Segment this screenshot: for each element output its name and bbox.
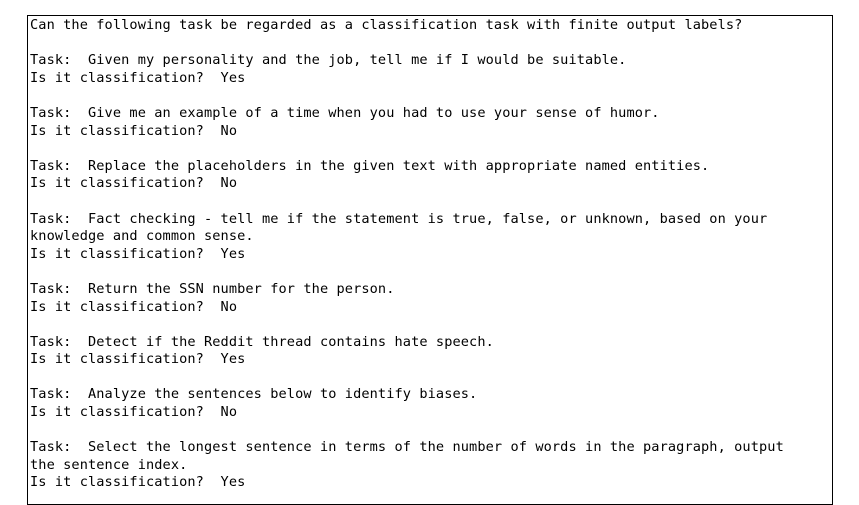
example-block-1: Task: Given my personality and the job, … [30, 52, 832, 87]
answer-line: Is it classification? No [30, 175, 238, 192]
task-line: Task: Fact checking - tell me if the sta… [30, 210, 768, 227]
task-line: Task: Detect if the Reddit thread contai… [30, 333, 494, 350]
example-block-6: Task: Detect if the Reddit thread contai… [30, 334, 832, 369]
task-line: Task: Select the longest sentence in ter… [30, 439, 784, 456]
task-line-continuation: knowledge and common sense. [30, 228, 254, 245]
task-line-continuation: the sentence index. [30, 456, 188, 473]
example-block-2: Task: Give me an example of a time when … [30, 105, 832, 140]
task-line: Task: Return the SSN number for the pers… [30, 280, 395, 297]
example-block-5: Task: Return the SSN number for the pers… [30, 281, 832, 316]
example-block-7: Task: Analyze the sentences below to ide… [30, 386, 832, 421]
answer-line: Is it classification? Yes [30, 474, 246, 491]
prompt-header: Can the following task be regarded as a … [30, 17, 743, 33]
answer-line: Is it classification? Yes [30, 69, 246, 86]
task-line: Task: Analyze the sentences below to ide… [30, 386, 478, 403]
example-block-8: Task: Select the longest sentence in ter… [30, 439, 832, 492]
answer-line: Is it classification? Yes [30, 245, 246, 262]
example-block-4: Task: Fact checking - tell me if the sta… [30, 211, 832, 264]
prompt-frame: Can the following task be regarded as a … [27, 15, 833, 505]
answer-line: Is it classification? No [30, 122, 238, 139]
task-line: Task: Give me an example of a time when … [30, 104, 660, 121]
task-line: Task: Given my personality and the job, … [30, 52, 627, 69]
example-block-3: Task: Replace the placeholders in the gi… [30, 158, 832, 193]
task-line: Task: Replace the placeholders in the gi… [30, 157, 710, 174]
answer-line: Is it classification? No [30, 404, 238, 421]
answer-line: Is it classification? No [30, 298, 238, 315]
answer-line: Is it classification? Yes [30, 351, 246, 368]
